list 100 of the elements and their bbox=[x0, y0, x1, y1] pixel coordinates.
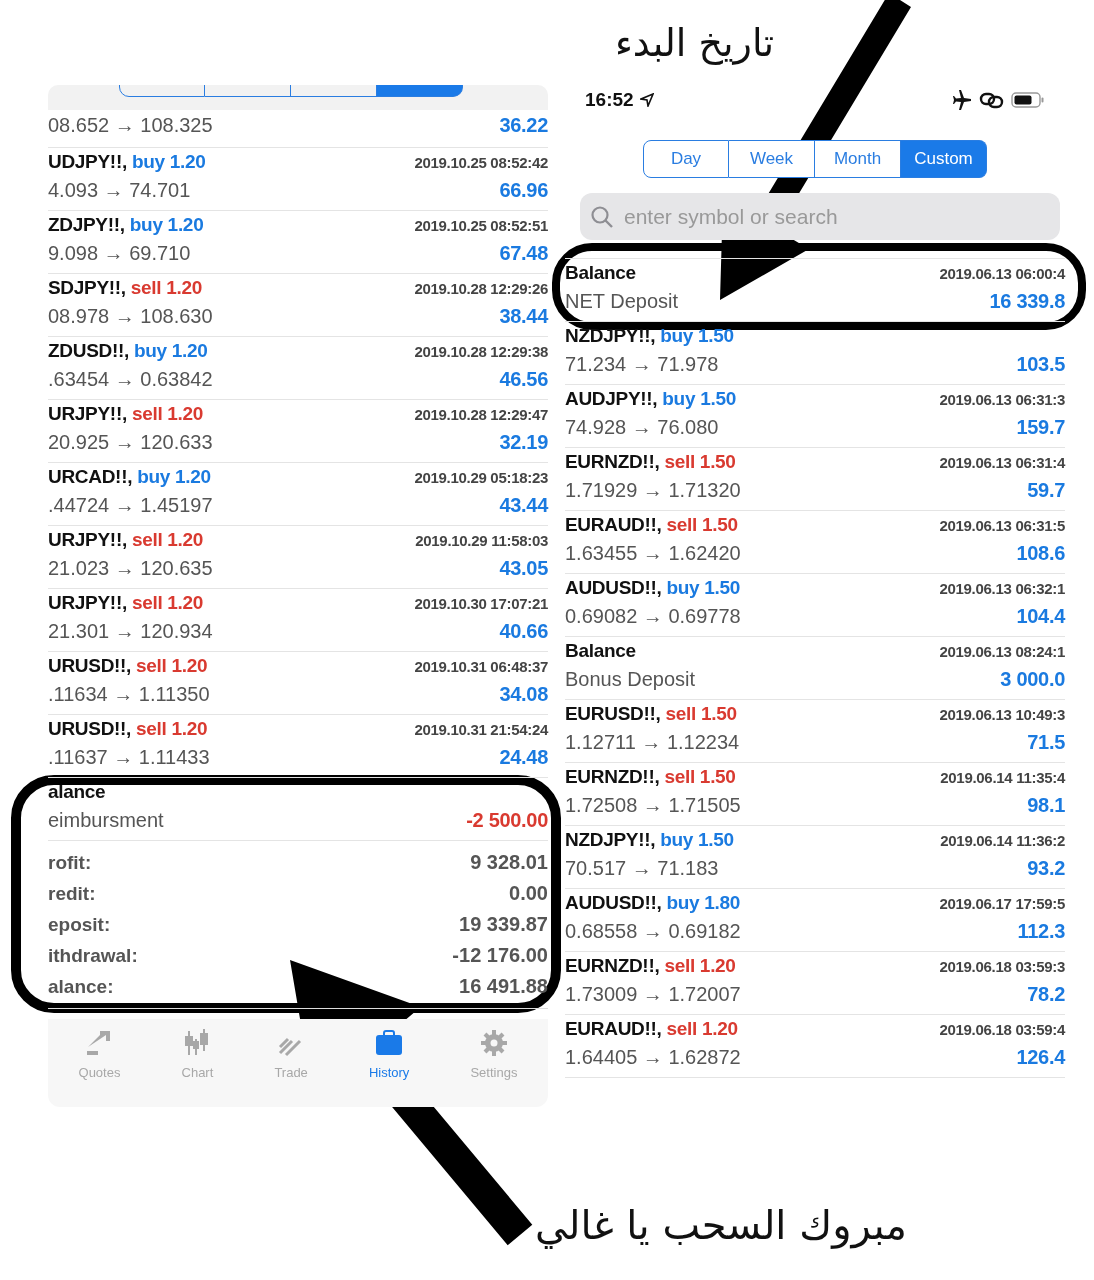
timestamp: 2019.10.30 17:07:21 bbox=[414, 594, 548, 612]
timestamp: 2019.06.18 03:59:4 bbox=[939, 1020, 1065, 1038]
price-range: 71.234 → 71.978 bbox=[565, 352, 719, 376]
order-title: AUDJPY!!, buy 1.50 bbox=[565, 387, 736, 410]
timestamp: 2019.06.13 06:31:3 bbox=[939, 390, 1065, 408]
settings-icon bbox=[478, 1029, 509, 1057]
price-range: 20.925 → 120.633 bbox=[48, 430, 213, 454]
timestamp: 2019.10.29 05:18:23 bbox=[414, 468, 548, 486]
summary-value: 9 328.01 bbox=[470, 851, 548, 874]
profit-value: 93.2 bbox=[1027, 856, 1065, 880]
amount-value: -2 500.00 bbox=[466, 808, 548, 832]
price-range: 08.978 → 108.630 bbox=[48, 304, 213, 328]
timestamp: 2019.06.13 06:31:4 bbox=[939, 453, 1065, 471]
summary-value: 16 491.88 bbox=[459, 975, 548, 998]
timestamp: 2019.10.28 12:29:38 bbox=[414, 342, 548, 360]
profit-value: 159.7 bbox=[1016, 415, 1065, 439]
period-tab[interactable]: Day bbox=[643, 140, 729, 178]
summary-label: ithdrawal: bbox=[48, 944, 138, 967]
tab-bar-item[interactable]: Settings bbox=[464, 1029, 524, 1107]
profit-value: 46.56 bbox=[499, 367, 548, 391]
search-field[interactable]: enter symbol or search bbox=[580, 193, 1060, 240]
order-title: URUSD!!, sell 1.20 bbox=[48, 717, 208, 740]
order-title: SDJPY!!, sell 1.20 bbox=[48, 276, 203, 299]
order-title: URJPY!!, sell 1.20 bbox=[48, 402, 204, 425]
price-range: 9.098 → 69.710 bbox=[48, 241, 191, 265]
price-range: .11634 → 1.11350 bbox=[48, 682, 210, 706]
search-icon bbox=[590, 204, 614, 229]
timestamp: 2019.06.14 11:36:2 bbox=[940, 831, 1065, 849]
summary-value: 19 339.87 bbox=[459, 913, 548, 936]
timestamp: 2019.06.17 17:59:5 bbox=[939, 894, 1065, 912]
tab-bar-item[interactable]: History bbox=[362, 1029, 416, 1107]
tab-bar-item[interactable]: Quotes bbox=[72, 1029, 127, 1107]
order-title: URJPY!!, sell 1.20 bbox=[48, 528, 204, 551]
profit-value: 104.4 bbox=[1016, 604, 1065, 628]
briefcase-icon bbox=[374, 1029, 405, 1057]
battery-icon bbox=[1011, 91, 1045, 109]
profit-value: 40.66 bbox=[499, 619, 548, 643]
price-range: 0.69082 → 0.69778 bbox=[565, 604, 741, 628]
profit-value: 59.7 bbox=[1027, 478, 1065, 502]
timestamp: 2019.06.13 06:32:1 bbox=[939, 579, 1065, 597]
timestamp: 2019.10.28 12:29:26 bbox=[414, 279, 548, 297]
order-title: URCAD!!, buy 1.20 bbox=[48, 465, 211, 488]
summary-label: eposit: bbox=[48, 913, 111, 936]
profit-value: 24.48 bbox=[499, 745, 548, 769]
search-field[interactable]: enter symbol or search bbox=[622, 203, 1050, 230]
timestamp: 2019.06.14 11:35:4 bbox=[940, 768, 1065, 786]
summary-value: -12 176.00 bbox=[452, 944, 548, 967]
operation-type: alance bbox=[48, 780, 106, 803]
order-title: EURAUD!!, sell 1.50 bbox=[565, 513, 738, 536]
caption: تاريخ البدء bbox=[615, 20, 775, 67]
order-title: EURNZD!!, sell 1.20 bbox=[565, 954, 736, 977]
price-range: 21.301 → 120.934 bbox=[48, 619, 213, 643]
summary-label: rofit: bbox=[48, 851, 92, 874]
order-title: AUDUSD!!, buy 1.80 bbox=[565, 891, 741, 914]
price-range: 70.517 → 71.183 bbox=[565, 856, 719, 880]
timestamp: 2019.10.29 11:58:03 bbox=[415, 531, 548, 549]
profit-value: 67.48 bbox=[499, 241, 548, 265]
price-range: 0.68558 → 0.69182 bbox=[565, 919, 741, 943]
summary-value: 0.00 bbox=[509, 882, 548, 905]
summary-label: redit: bbox=[48, 882, 96, 905]
caption: مبروك السحب يا غالي bbox=[535, 1201, 908, 1251]
profit-value: 66.96 bbox=[499, 178, 548, 202]
profit-value: 126.4 bbox=[1016, 1045, 1065, 1069]
amount-value: 3 000.0 bbox=[1000, 667, 1065, 691]
profit-value: 98.1 bbox=[1027, 793, 1065, 817]
timestamp: 2019.06.13 06:00:4 bbox=[939, 264, 1065, 282]
operation-type: Balance bbox=[565, 639, 636, 662]
order-title: NZDJPY!!, buy 1.50 bbox=[565, 324, 734, 347]
summary-label: alance: bbox=[48, 975, 114, 998]
period-tab[interactable]: Custom bbox=[901, 140, 987, 178]
period-tab[interactable]: Week bbox=[729, 140, 815, 178]
timestamp: 2019.06.18 03:59:3 bbox=[939, 957, 1065, 975]
airplane-icon bbox=[951, 90, 973, 110]
link-icon bbox=[979, 90, 1005, 110]
order-title: AUDUSD!!, buy 1.50 bbox=[565, 576, 741, 599]
price-range: 1.63455 → 1.62420 bbox=[565, 541, 741, 565]
profit-value: 38.44 bbox=[499, 304, 548, 328]
profit-value: 43.05 bbox=[499, 556, 548, 580]
tab-bar-item[interactable]: Chart bbox=[175, 1029, 220, 1107]
price-range: 1.12711 → 1.12234 bbox=[565, 730, 740, 754]
order-title: EURUSD!!, sell 1.50 bbox=[565, 702, 737, 725]
order-title: URJPY!!, sell 1.20 bbox=[48, 591, 204, 614]
period-tab[interactable]: Month bbox=[815, 140, 901, 178]
price-range: 1.64405 → 1.62872 bbox=[565, 1045, 741, 1069]
profit-value: 108.6 bbox=[1016, 541, 1065, 565]
timestamp: 2019.06.13 10:49:3 bbox=[939, 705, 1065, 723]
price-range: .63454 → 0.63842 bbox=[48, 367, 213, 391]
timestamp: 2019.10.28 12:29:47 bbox=[414, 405, 548, 423]
profit-value: 103.5 bbox=[1016, 352, 1065, 376]
order-title: URUSD!!, sell 1.20 bbox=[48, 654, 208, 677]
order-title: ZDJPY!!, buy 1.20 bbox=[48, 213, 204, 236]
operation-comment: eimbursment bbox=[48, 808, 164, 832]
tab-bar-item[interactable]: Trade bbox=[268, 1029, 314, 1107]
profit-value: 112.3 bbox=[1017, 919, 1065, 943]
order-title: ZDUSD!!, buy 1.20 bbox=[48, 339, 208, 362]
profit-value: 78.2 bbox=[1027, 982, 1065, 1006]
price-range: 1.71929 → 1.71320 bbox=[565, 478, 741, 502]
profit-value: 43.44 bbox=[499, 493, 548, 517]
price-range: .44724 → 1.45197 bbox=[48, 493, 213, 517]
profit-value: 34.08 bbox=[499, 682, 548, 706]
